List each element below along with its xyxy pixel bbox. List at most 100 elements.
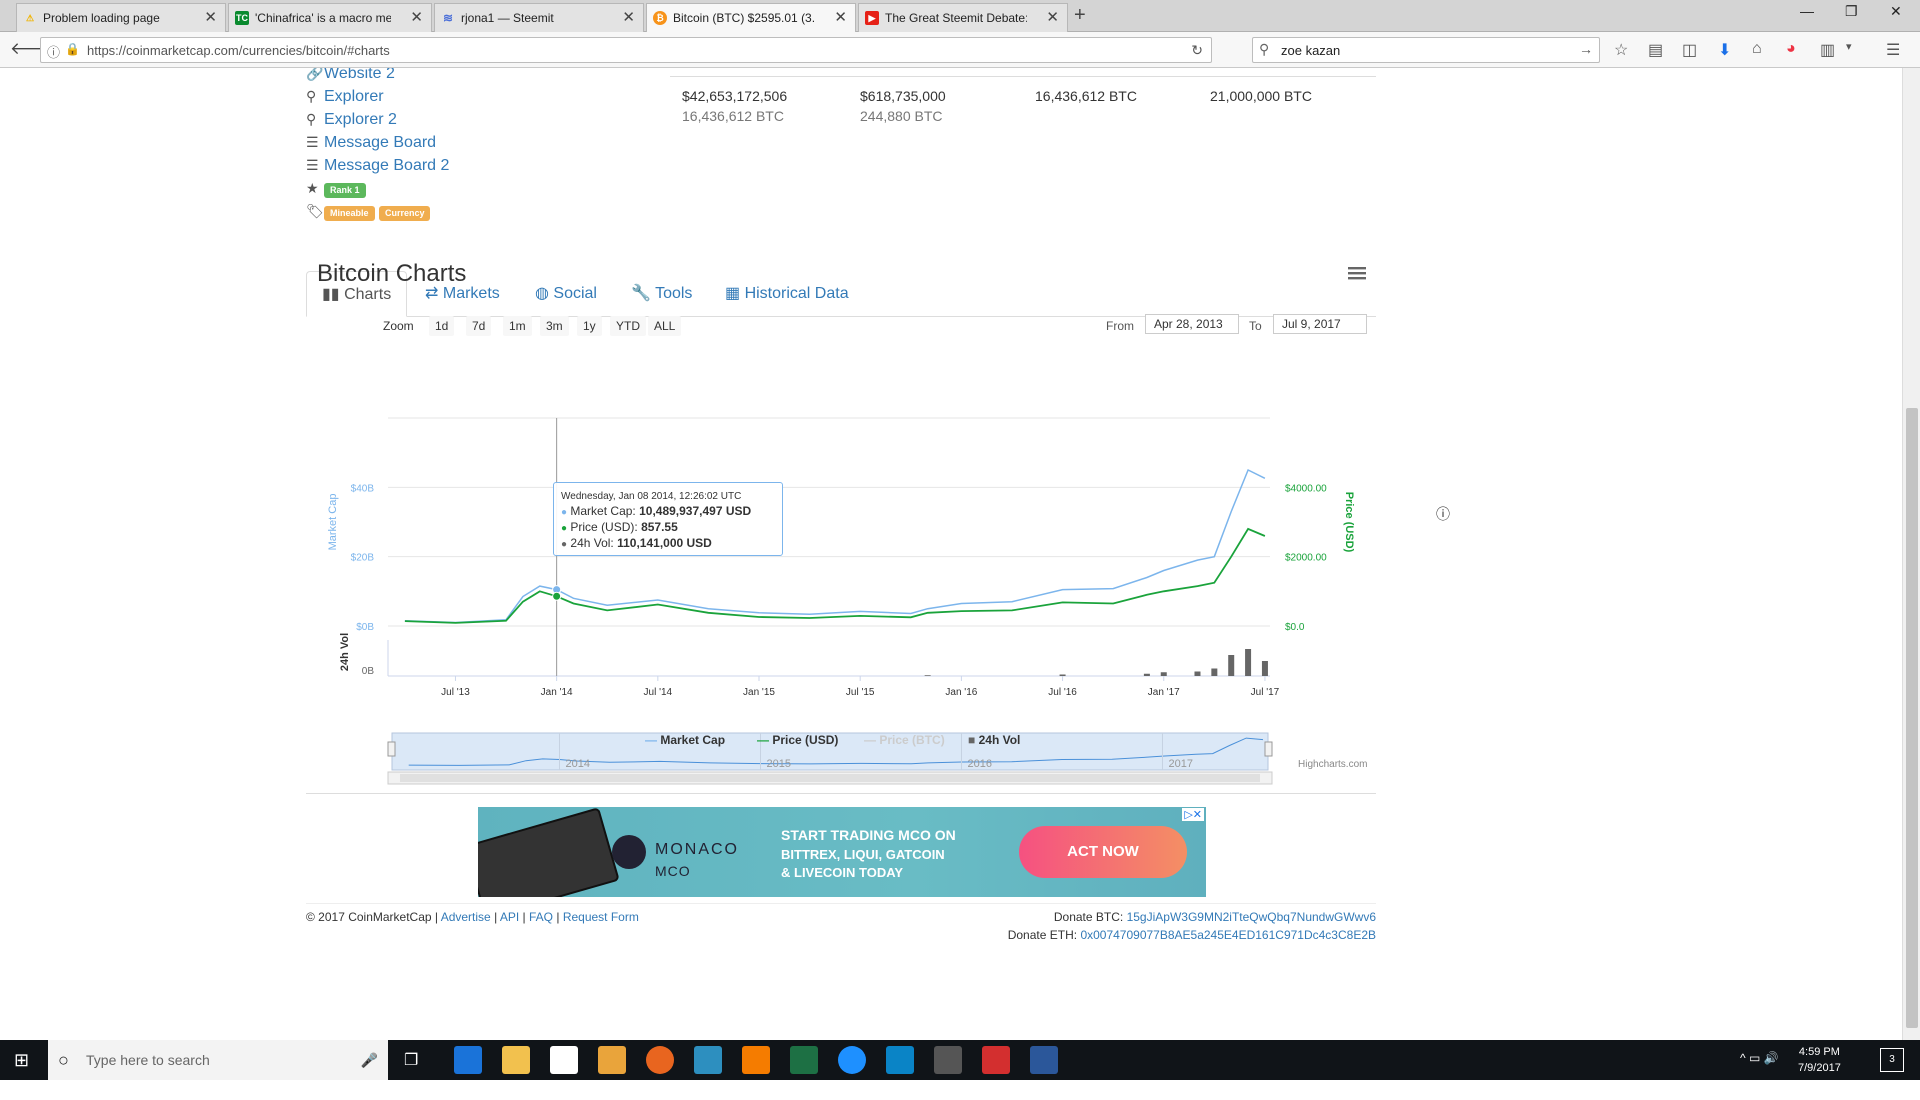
browser-tab-3[interactable]: ≋ rjona1 — Steemit ✕ <box>434 3 644 32</box>
legend-24h-vol[interactable]: ■ 24h Vol <box>968 733 1020 747</box>
task-view-icon[interactable]: ❐ <box>404 1050 418 1070</box>
donate-eth: Donate ETH: 0x0074709077B8AE5a245E4ED161… <box>1008 928 1376 942</box>
ie-icon[interactable] <box>838 1046 866 1074</box>
clipboard-icon[interactable]: ▥ <box>1820 40 1835 60</box>
chart-menu-icon[interactable] <box>1348 266 1366 280</box>
ad-close-icon[interactable]: ▷✕ <box>1182 808 1204 821</box>
legend-label: 24h Vol <box>978 733 1021 747</box>
series-dot-icon: ● <box>561 523 568 534</box>
windows-start-icon[interactable]: ⊞ <box>14 1050 29 1071</box>
cloud-app-icon[interactable] <box>886 1046 914 1074</box>
notification-icon[interactable]: 3 <box>1880 1048 1904 1072</box>
reload-icon[interactable]: ↻ <box>1191 42 1203 59</box>
calculator-icon[interactable] <box>934 1046 962 1074</box>
maximize-icon[interactable]: ❐ <box>1845 3 1858 20</box>
page-scrollbar[interactable] <box>1902 68 1920 1040</box>
close-tab-icon[interactable]: ✕ <box>834 4 847 32</box>
zoom-1d-button[interactable]: 1d <box>429 316 455 336</box>
scrollbar-thumb[interactable] <box>1906 408 1918 1028</box>
zoom-7d-button[interactable]: 7d <box>466 316 492 336</box>
browser-tab-1[interactable]: ⚠ Problem loading page ✕ <box>16 3 226 32</box>
browser-tab-5[interactable]: ▶ The Great Steemit Debate: T ✕ <box>858 3 1068 32</box>
reader-icon[interactable]: ▤ <box>1648 40 1663 60</box>
link-website-2[interactable]: 🔗Website 2 <box>306 68 449 85</box>
monaco-advert[interactable]: MONACO MCO START TRADING MCO ON BITTREX,… <box>478 807 1206 897</box>
tab-historical-data[interactable]: ▦ Historical Data <box>710 271 864 317</box>
edge-icon[interactable] <box>454 1046 482 1074</box>
info-icon[interactable]: ⓘ <box>47 42 60 61</box>
media-icon[interactable] <box>598 1046 626 1074</box>
url-bar[interactable]: ⓘ 🔒 https://coinmarketcap.com/currencies… <box>40 37 1212 63</box>
legend-price-btc[interactable]: — Price (BTC) <box>864 733 945 747</box>
zoom-3m-button[interactable]: 3m <box>540 316 569 336</box>
tab-tools[interactable]: 🔧 Tools <box>616 271 707 317</box>
link-label[interactable]: Explorer 2 <box>324 111 397 128</box>
menu-icon[interactable]: ☰ <box>1886 40 1900 60</box>
extension-icon[interactable]: ◕ <box>1786 40 1796 58</box>
close-window-icon[interactable]: ✕ <box>1890 3 1902 20</box>
footer-link-request-form[interactable]: Request Form <box>563 910 639 924</box>
zoom-ytd-button[interactable]: YTD <box>610 316 646 336</box>
footer-link-advertise[interactable]: Advertise <box>441 910 491 924</box>
firefox-icon[interactable] <box>646 1046 674 1074</box>
highcharts-credit[interactable]: Highcharts.com <box>1298 759 1367 770</box>
zoom-1m-button[interactable]: 1m <box>503 316 532 336</box>
taskbar-search[interactable]: ○ Type here to search 🎤 <box>48 1040 388 1080</box>
link-label[interactable]: Message Board 2 <box>324 157 449 174</box>
list-icon: ☰ <box>306 157 319 173</box>
app-icon[interactable] <box>982 1046 1010 1074</box>
market-cap-btc: 16,436,612 BTC <box>682 108 784 124</box>
search-bar[interactable]: ⚲ zoe kazan → <box>1252 37 1600 63</box>
stat-max-supply: 21,000,000 BTC <box>1210 88 1312 104</box>
search-go-icon[interactable]: → <box>1579 41 1593 57</box>
from-date-input[interactable]: Apr 28, 2013 <box>1145 314 1239 334</box>
browser-tab-4-active[interactable]: ₿ Bitcoin (BTC) $2595.01 (3.66 ✕ <box>646 3 856 32</box>
kodi-icon[interactable] <box>694 1046 722 1074</box>
word-icon[interactable] <box>1030 1046 1058 1074</box>
close-tab-icon[interactable]: ✕ <box>204 4 217 32</box>
link-explorer-2[interactable]: ⚲ Explorer 2 <box>306 108 449 131</box>
browser-tab-2[interactable]: TC 'Chinafrica' is a macro mega ✕ <box>228 3 432 32</box>
stat-circulating: 16,436,612 BTC <box>1035 88 1137 104</box>
excel-icon[interactable] <box>790 1046 818 1074</box>
overflow-chevron-icon[interactable]: ▾ <box>1846 40 1852 53</box>
section-tabs: ▮▮ Charts ⇄ Markets ◍ Social 🔧 Tools ▦ H… <box>306 271 1376 317</box>
legend-price-usd[interactable]: — Price (USD) <box>757 733 838 747</box>
to-date-input[interactable]: Jul 9, 2017 <box>1273 314 1367 334</box>
file-explorer-icon[interactable] <box>502 1046 530 1074</box>
store-icon[interactable] <box>550 1046 578 1074</box>
home-icon[interactable]: ⌂ <box>1752 40 1762 58</box>
download-icon[interactable]: ⬇ <box>1718 40 1731 60</box>
link-label[interactable]: Message Board <box>324 134 436 151</box>
bookmark-star-icon[interactable]: ☆ <box>1614 40 1628 60</box>
link-label[interactable]: Explorer <box>324 88 384 105</box>
footer-link-faq[interactable]: FAQ <box>529 910 553 924</box>
tab-social[interactable]: ◍ Social <box>520 271 612 317</box>
link-explorer[interactable]: ⚲ Explorer <box>306 85 449 108</box>
bitcoin-icon: ₿ <box>653 11 667 25</box>
minimize-icon[interactable]: — <box>1800 3 1814 19</box>
taskbar-clock[interactable]: 4:59 PM 7/9/2017 <box>1798 1044 1841 1076</box>
zoom-all-button[interactable]: ALL <box>648 316 682 336</box>
link-message-board-2[interactable]: ☰ Message Board 2 <box>306 154 449 177</box>
tray-chevron-icon[interactable]: ^ ▭ 🔊 <box>1740 1051 1779 1065</box>
act-now-button[interactable]: ACT NOW <box>1019 826 1187 878</box>
pocket-icon[interactable]: ◫ <box>1682 40 1697 60</box>
close-tab-icon[interactable]: ✕ <box>410 4 423 32</box>
vlc-icon[interactable] <box>742 1046 770 1074</box>
close-tab-icon[interactable]: ✕ <box>1046 4 1059 32</box>
new-tab-icon[interactable]: + <box>1074 4 1086 27</box>
legend-market-cap[interactable]: — Market Cap <box>645 733 725 747</box>
donate-btc-address[interactable]: 15gJiApW3G9MN2iTteQwQbq7NundwGWwv6 <box>1127 910 1376 924</box>
footer-link-api[interactable]: API <box>500 910 519 924</box>
donate-eth-address[interactable]: 0x0074709077B8AE5a245E4ED161C971Dc4c3C8E… <box>1080 928 1376 942</box>
steemit-icon: ≋ <box>442 11 454 25</box>
info-circle-icon[interactable]: ⓘ <box>1436 504 1450 524</box>
link-label[interactable]: Website 2 <box>324 68 395 82</box>
close-tab-icon[interactable]: ✕ <box>622 4 635 32</box>
zoom-1y-button[interactable]: 1y <box>577 316 602 336</box>
link-message-board[interactable]: ☰ Message Board <box>306 131 449 154</box>
microphone-icon[interactable]: 🎤 <box>361 1040 378 1080</box>
resource-links: 🔗Website 2 ⚲ Explorer ⚲ Explorer 2 ☰ Messag… <box>306 68 449 223</box>
youtube-icon: ▶ <box>865 11 879 25</box>
